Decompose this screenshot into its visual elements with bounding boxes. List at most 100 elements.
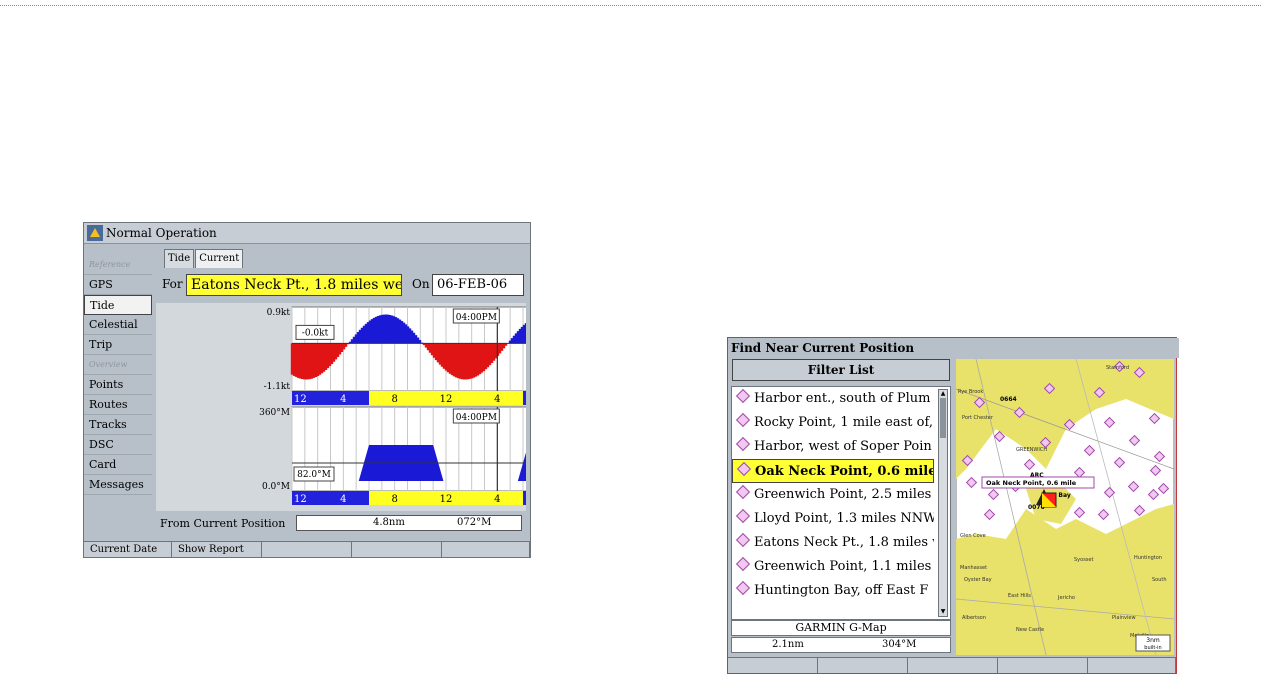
bearing-value: 304°M xyxy=(882,639,917,650)
time-tick-label: 4 xyxy=(340,494,346,505)
sidebar: Reference GPS Tide Celestial Trip Overview Poi… xyxy=(84,255,152,495)
city-label: South xyxy=(1152,577,1167,583)
scroll-up-icon[interactable]: ▲ xyxy=(939,390,947,398)
tide-station-icon xyxy=(735,412,751,428)
current-speed-value: -0.0kt xyxy=(302,328,329,338)
title-bar: Normal Operation xyxy=(84,223,530,244)
list-item-label: Rocky Point, 1 mile east of, xyxy=(754,415,933,430)
tide-station-icon xyxy=(735,436,751,452)
time-tick-label: 12 xyxy=(440,494,453,505)
city-label: Port Chester xyxy=(962,415,994,421)
date-field[interactable]: 06-FEB-06 xyxy=(432,274,524,296)
window-title: Normal Operation xyxy=(106,226,217,240)
distance-value: 4.8nm xyxy=(373,517,405,528)
list-scrollbar[interactable]: ▲ ▼ xyxy=(938,389,948,617)
city-label: Stamford xyxy=(1106,365,1129,371)
tide-station-icon xyxy=(735,556,751,572)
softkey-4[interactable] xyxy=(352,541,442,557)
scroll-thumb[interactable] xyxy=(940,398,946,438)
city-label: Albertson xyxy=(962,615,986,621)
tab-tide[interactable]: Tide xyxy=(164,249,195,268)
softkey-5[interactable] xyxy=(1088,657,1176,673)
list-item[interactable]: Huntington Bay, off East F xyxy=(732,579,934,603)
tide-station-icon xyxy=(736,461,752,477)
cursor-time-label: 04:00PM xyxy=(456,313,497,323)
list-item-label: Harbor, west of Soper Poin xyxy=(754,439,932,454)
list-item[interactable]: Harbor, west of Soper Poin xyxy=(732,435,934,459)
distance-value: 2.1nm xyxy=(772,639,804,650)
direction-min-label: 0.0°M xyxy=(262,482,290,492)
find-near-screen: Find Near Current Position Filter List H… xyxy=(727,337,1179,674)
night-band xyxy=(523,491,526,505)
sidebar-item-tracks[interactable]: Tracks xyxy=(84,415,152,435)
city-label: Manhasset xyxy=(960,565,987,571)
sidebar-item-trip[interactable]: Trip xyxy=(84,335,152,355)
filter-list-button[interactable]: Filter List xyxy=(732,359,950,381)
sidebar-item-tide[interactable]: Tide xyxy=(84,295,152,315)
results-list: Harbor ent., south of Plum Rocky Point, 1… xyxy=(731,386,951,620)
list-item-label: Greenwich Point, 2.5 miles s xyxy=(754,487,934,502)
map-source-label: GARMIN G-Map xyxy=(731,620,951,636)
time-tick-label: 4 xyxy=(494,494,500,505)
sidebar-item-routes[interactable]: Routes xyxy=(84,395,152,415)
list-item[interactable]: Lloyd Point, 1.3 miles NNW xyxy=(732,507,934,531)
direction-max-label: 360°M xyxy=(259,408,290,418)
scroll-down-icon[interactable]: ▼ xyxy=(939,608,947,616)
current-direction-value: 82.0°M xyxy=(297,470,331,480)
marker-label: 0664 xyxy=(1000,396,1017,403)
softkey-3[interactable] xyxy=(908,657,998,673)
city-label: New Castle xyxy=(1016,627,1044,633)
list-item[interactable]: Eatons Neck Pt., 1.8 miles w xyxy=(732,531,934,555)
list-item-label: Eatons Neck Pt., 1.8 miles w xyxy=(754,535,934,550)
time-tick-label: 12 xyxy=(440,394,453,405)
softkey-1[interactable]: Current Date xyxy=(84,541,172,557)
list-item[interactable]: Rocky Point, 1 mile east of, xyxy=(732,411,934,435)
city-label: East Hills xyxy=(1008,593,1031,599)
list-item-label: Huntington Bay, off East F xyxy=(754,583,929,598)
list-item[interactable]: Oak Neck Point, 0.6 mile no xyxy=(732,459,934,483)
page-divider-line xyxy=(0,5,1261,6)
on-label: On xyxy=(412,277,430,291)
city-label: GREENWICH xyxy=(1016,447,1047,453)
sidebar-item-dsc[interactable]: DSC xyxy=(84,435,152,455)
sidebar-item-gps[interactable]: GPS xyxy=(84,275,152,295)
sidebar-item-messages[interactable]: Messages xyxy=(84,475,152,495)
speed-min-label: -1.1kt xyxy=(264,382,291,392)
bearing-value: 072°M xyxy=(457,517,492,528)
current-graph: 1248124812124812481204:00PM04:00PM-0.0kt… xyxy=(156,303,526,511)
softkey-bar: Current Date Show Report xyxy=(84,541,530,557)
city-label: Jericho xyxy=(1057,595,1075,601)
softkey-1[interactable] xyxy=(728,657,818,673)
softkey-3[interactable] xyxy=(262,541,352,557)
softkey-5[interactable] xyxy=(442,541,530,557)
time-tick-label: 12 xyxy=(294,394,307,405)
sidebar-item-celestial[interactable]: Celestial xyxy=(84,315,152,335)
tab-current[interactable]: Current xyxy=(195,249,244,268)
sidebar-item-card[interactable]: Card xyxy=(84,455,152,475)
softkey-4[interactable] xyxy=(998,657,1088,673)
city-label: Syosset xyxy=(1074,557,1093,563)
city-label: Plainview xyxy=(1112,615,1136,621)
distance-bearing-field: 4.8nm 072°M xyxy=(296,515,522,531)
night-band xyxy=(523,391,526,405)
city-label: Rye Brook xyxy=(958,389,983,395)
sidebar-item-reference: Reference xyxy=(84,255,152,275)
station-field[interactable]: Eatons Neck Pt., 1.8 miles we xyxy=(186,274,402,296)
chart-map[interactable]: Stamford GREENWICH Port Chester Rye Brook Gl… xyxy=(956,359,1174,655)
map-popup-label: Oak Neck Point, 0.6 mile xyxy=(986,479,1077,487)
tide-station-icon xyxy=(735,484,751,500)
list-item[interactable]: Harbor ent., south of Plum xyxy=(732,387,934,411)
distance-bearing-field: 2.1nm 304°M xyxy=(731,637,951,653)
softkey-2[interactable] xyxy=(818,657,908,673)
list-item[interactable]: Greenwich Point, 2.5 miles s xyxy=(732,483,934,507)
for-label: For xyxy=(162,277,183,291)
sidebar-item-points[interactable]: Points xyxy=(84,375,152,395)
softkey-2[interactable]: Show Report xyxy=(172,541,262,557)
list-item-label: Greenwich Point, 1.1 miles s xyxy=(754,559,934,574)
time-tick-label: 4 xyxy=(340,394,346,405)
city-label: Glen Cove xyxy=(960,533,986,539)
time-tick-label: 8 xyxy=(391,394,397,405)
list-item[interactable]: Greenwich Point, 1.1 miles s xyxy=(732,555,934,579)
list-item-label: Lloyd Point, 1.3 miles NNW xyxy=(754,511,934,526)
list-item-label: Harbor ent., south of Plum xyxy=(754,391,931,406)
